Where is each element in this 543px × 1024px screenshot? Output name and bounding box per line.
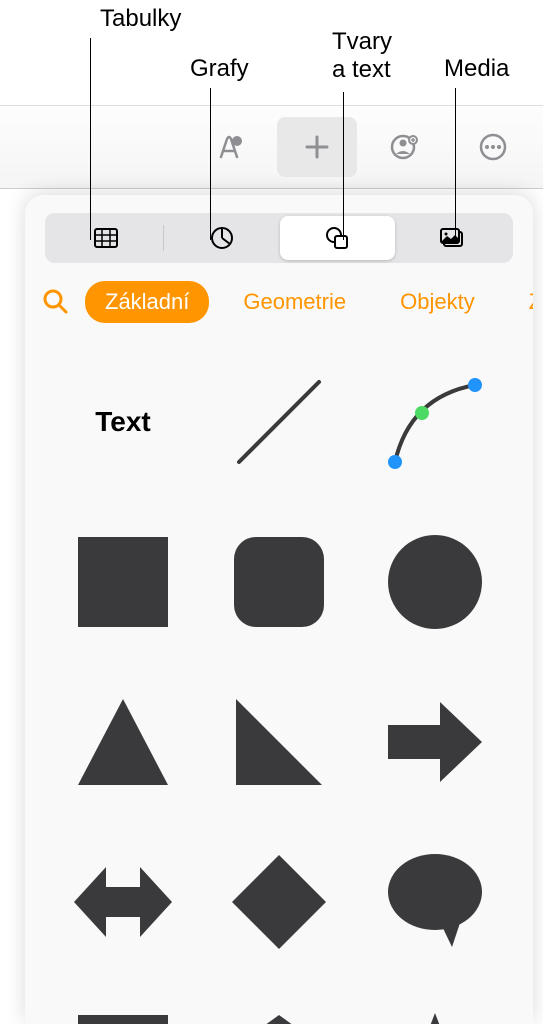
shape-square[interactable]	[55, 517, 191, 647]
table-icon	[92, 224, 120, 252]
callout-media-line	[455, 88, 456, 240]
callout-media-label: Media	[444, 55, 509, 83]
text-shape-label: Text	[95, 406, 151, 438]
shape-text[interactable]: Text	[55, 357, 191, 487]
insert-popover: Základní Geometrie Objekty Z Text	[25, 195, 533, 1024]
category-geometry[interactable]: Geometrie	[223, 281, 366, 323]
chart-icon	[208, 224, 236, 252]
shapes-grid: Text	[25, 337, 533, 1024]
search-icon[interactable]	[41, 287, 71, 317]
shape-triangle[interactable]	[55, 677, 191, 807]
callout-tables-label: Tabulky	[100, 5, 181, 33]
charts-segment[interactable]	[164, 216, 279, 260]
callout-tables-line	[90, 38, 91, 240]
callout-shapes-line	[343, 92, 344, 240]
shapes-segment[interactable]	[280, 216, 395, 260]
shape-rounded-square[interactable]	[211, 517, 347, 647]
tables-segment[interactable]	[48, 216, 163, 260]
category-objects[interactable]: Objekty	[380, 281, 495, 323]
shape-curve[interactable]	[367, 357, 503, 487]
shape-circle[interactable]	[367, 517, 503, 647]
callouts-layer: Tabulky Grafy Tvary a text Media	[0, 0, 543, 200]
shape-diamond[interactable]	[211, 837, 347, 967]
shape-star[interactable]	[367, 997, 503, 1024]
media-icon	[438, 224, 466, 252]
shape-callout[interactable]	[55, 997, 191, 1024]
callout-charts-label: Grafy	[190, 55, 249, 83]
media-segment[interactable]	[395, 216, 510, 260]
shape-right-triangle[interactable]	[211, 677, 347, 807]
category-basic[interactable]: Základní	[85, 281, 209, 323]
shape-arrow-right[interactable]	[367, 677, 503, 807]
shape-speech-bubble[interactable]	[367, 837, 503, 967]
insert-type-segments	[45, 213, 513, 263]
shape-line[interactable]	[211, 357, 347, 487]
shapes-icon	[323, 224, 351, 252]
category-partial[interactable]: Z	[509, 281, 533, 323]
shape-categories: Základní Geometrie Objekty Z	[25, 263, 533, 337]
callout-shapes-label: Tvary a text	[332, 28, 392, 84]
shape-double-arrow[interactable]	[55, 837, 191, 967]
callout-charts-line	[210, 88, 211, 240]
shape-pentagon[interactable]	[211, 997, 347, 1024]
